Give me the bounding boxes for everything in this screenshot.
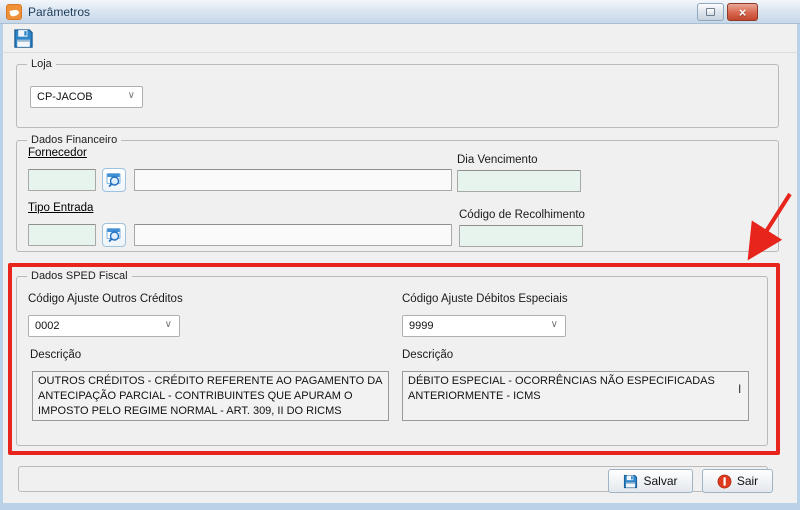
tipo-entrada-lookup-button[interactable]: [102, 223, 126, 247]
parametros-window: Parâmetros × Loja CP-JACOB ∨ Dados Finan…: [0, 0, 800, 510]
tipo-entrada-code-input[interactable]: [28, 224, 96, 246]
fornecedor-code-input[interactable]: [28, 169, 96, 191]
toolbar-separator: [3, 52, 797, 53]
loja-selected-value: CP-JACOB: [37, 91, 93, 103]
fornecedor-lookup-button[interactable]: [102, 168, 126, 192]
fornecedor-label[interactable]: Fornecedor: [28, 147, 87, 159]
fornecedor-name-input[interactable]: [134, 169, 452, 191]
titlebar: Parâmetros ×: [0, 0, 800, 24]
group-dados-financeiro-legend: Dados Financeiro: [27, 133, 121, 147]
tipo-entrada-label[interactable]: Tipo Entrada: [28, 202, 93, 214]
codigo-debitos-especiais-value: 9999: [409, 320, 433, 332]
descricao-creditos-box: OUTROS CRÉDITOS - CRÉDITO REFERENTE AO P…: [32, 371, 389, 421]
codigo-debitos-especiais-label: Código Ajuste Débitos Especiais: [402, 293, 568, 305]
descricao-creditos-label: Descrição: [30, 349, 81, 361]
close-button[interactable]: ×: [727, 3, 758, 21]
window-title: Parâmetros: [28, 5, 90, 19]
codigo-outros-creditos-value: 0002: [35, 320, 59, 332]
floppy-icon: [623, 474, 638, 489]
sair-label: Sair: [737, 474, 758, 488]
dia-vencimento-label: Dia Vencimento: [457, 154, 538, 166]
codigo-outros-creditos-select[interactable]: 0002 ∨: [28, 315, 180, 337]
tipo-entrada-name-input[interactable]: [134, 224, 452, 246]
codigo-recolhimento-input[interactable]: [459, 225, 583, 247]
search-icon: [106, 172, 122, 188]
group-dados-sped-legend: Dados SPED Fiscal: [27, 269, 132, 283]
text-caret: I: [738, 382, 741, 396]
app-icon: [6, 4, 22, 20]
descricao-debitos-label: Descrição: [402, 349, 453, 361]
salvar-label: Salvar: [643, 474, 677, 488]
sair-button[interactable]: Sair: [702, 469, 773, 493]
chevron-down-icon: ∨: [165, 319, 172, 330]
codigo-recolhimento-label: Código de Recolhimento: [459, 209, 585, 221]
chevron-down-icon: ∨: [551, 319, 558, 330]
loja-select[interactable]: CP-JACOB ∨: [30, 86, 143, 108]
group-loja-legend: Loja: [27, 57, 56, 71]
dia-vencimento-input[interactable]: [457, 170, 581, 192]
chevron-down-icon: ∨: [128, 90, 135, 101]
descricao-debitos-box: DÉBITO ESPECIAL - OCORRÊNCIAS NÃO ESPECI…: [402, 371, 749, 421]
maximize-button[interactable]: [697, 3, 724, 21]
close-icon: ×: [739, 6, 747, 19]
codigo-outros-creditos-label: Código Ajuste Outros Créditos: [28, 293, 183, 305]
toolbar-save-button[interactable]: [13, 28, 34, 49]
exit-icon: [717, 474, 732, 489]
maximize-icon: [706, 8, 715, 16]
search-icon: [106, 227, 122, 243]
floppy-icon: [13, 28, 34, 49]
codigo-debitos-especiais-select[interactable]: 9999 ∨: [402, 315, 566, 337]
salvar-button[interactable]: Salvar: [608, 469, 693, 493]
